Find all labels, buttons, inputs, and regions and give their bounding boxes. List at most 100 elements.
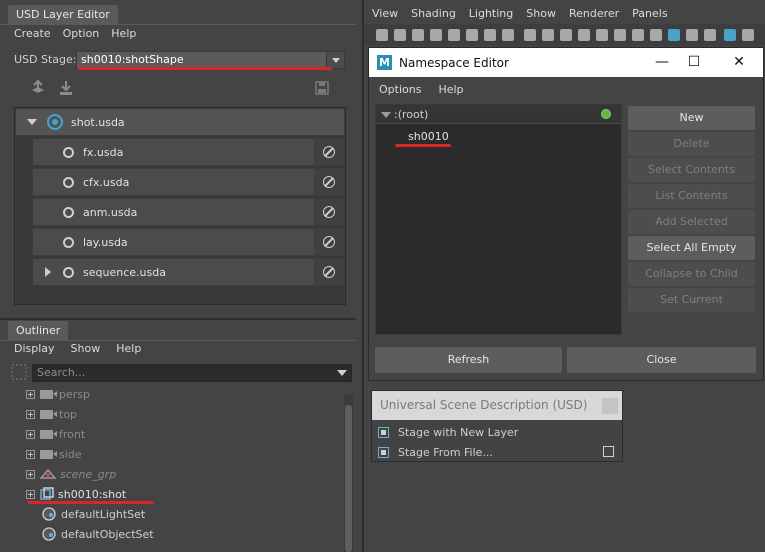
menu-panels[interactable]: Panels: [632, 7, 667, 20]
layer-row-sequence[interactable]: sequence.usda: [32, 258, 345, 286]
smooth-shade-icon[interactable]: [650, 29, 662, 41]
stage-from-file-item[interactable]: Stage From File...: [372, 442, 622, 462]
chevron-down-icon[interactable]: [326, 52, 344, 68]
camera-icon[interactable]: [376, 29, 388, 41]
expand-icon[interactable]: [26, 429, 35, 439]
add-sublayer-icon[interactable]: [30, 80, 46, 96]
grid-icon[interactable]: [502, 29, 514, 41]
menu-help[interactable]: Help: [116, 342, 141, 355]
mute-layer-button[interactable]: [314, 259, 344, 285]
menu-lighting[interactable]: Lighting: [469, 7, 513, 20]
save-icon[interactable]: [315, 81, 329, 95]
mute-layer-button[interactable]: [314, 139, 344, 165]
maximize-icon[interactable]: ☐: [684, 53, 704, 73]
select-contents-button[interactable]: Select Contents: [628, 158, 755, 182]
stage-with-new-layer-item[interactable]: Stage with New Layer: [372, 422, 622, 442]
safe-title-icon[interactable]: [614, 29, 626, 41]
mute-layer-button[interactable]: [314, 169, 344, 195]
menu-option[interactable]: Option: [63, 27, 100, 40]
outliner-item-side[interactable]: side: [26, 444, 82, 464]
gate-mask-icon[interactable]: [560, 29, 572, 41]
resolution-gate-icon[interactable]: [542, 29, 554, 41]
chevron-down-icon[interactable]: [337, 370, 347, 376]
collapse-to-child-button[interactable]: Collapse to Child: [628, 262, 755, 286]
outliner-item-default-light-set[interactable]: defaultLightSet: [42, 504, 145, 524]
expand-icon[interactable]: [26, 449, 35, 459]
menu-display[interactable]: Display: [14, 342, 55, 355]
layer-label: sequence.usda: [83, 265, 166, 279]
shadows-icon[interactable]: [742, 29, 754, 41]
refresh-button[interactable]: Refresh: [375, 347, 562, 373]
layer-row-fx[interactable]: fx.usda: [32, 138, 345, 166]
layer-label: fx.usda: [83, 145, 124, 159]
expand-arrow-icon[interactable]: [45, 267, 51, 277]
outliner-item-front[interactable]: front: [26, 424, 85, 444]
namespace-root-row[interactable]: :(root): [376, 105, 621, 124]
outliner-item-top[interactable]: top: [26, 404, 77, 424]
collapse-arrow-icon[interactable]: [381, 112, 391, 118]
layer-row-lay[interactable]: lay.usda: [32, 228, 345, 256]
pan-zoom-icon[interactable]: [448, 29, 460, 41]
expand-icon[interactable]: [26, 389, 35, 399]
wireframe-on-shaded-icon[interactable]: [686, 29, 698, 41]
camera-attributes-icon[interactable]: [394, 29, 406, 41]
layer-row-cfx[interactable]: cfx.usda: [32, 168, 345, 196]
menu-options[interactable]: Options: [379, 83, 421, 96]
bookmark-icon[interactable]: [412, 29, 424, 41]
close-icon[interactable]: ✕: [729, 53, 749, 73]
usd-stage-icon: [378, 446, 389, 458]
lighting-icon[interactable]: [724, 29, 736, 41]
outliner-search-input[interactable]: Search...: [32, 364, 352, 382]
namespace-item-sh0010[interactable]: sh0010: [408, 130, 449, 143]
grease-pencil-icon[interactable]: [466, 29, 478, 41]
shaded-cube-icon[interactable]: [668, 29, 680, 41]
select-all-empty-button[interactable]: Select All Empty: [628, 236, 755, 260]
outliner-panel: Outliner Display Show Help Search... per…: [0, 318, 356, 552]
safe-action-icon[interactable]: [596, 29, 608, 41]
menu-shading[interactable]: Shading: [411, 7, 456, 20]
outliner-item-persp[interactable]: persp: [26, 384, 90, 404]
menu-renderer[interactable]: Renderer: [569, 7, 619, 20]
mute-layer-button[interactable]: [314, 229, 344, 255]
expand-icon[interactable]: [26, 489, 35, 499]
expand-icon[interactable]: [26, 469, 35, 479]
new-namespace-button[interactable]: New: [628, 106, 755, 130]
list-contents-button[interactable]: List Contents: [628, 184, 755, 208]
load-sublayer-icon[interactable]: [58, 80, 74, 96]
menu-show[interactable]: Show: [526, 7, 556, 20]
image-plane-icon[interactable]: [430, 29, 442, 41]
outliner-item-default-object-set[interactable]: defaultObjectSet: [42, 524, 154, 544]
menu-show[interactable]: Show: [71, 342, 101, 355]
stage-selector-value: sh0010:shotShape: [81, 53, 184, 66]
option-box-checkbox[interactable]: [603, 446, 614, 457]
set-current-button[interactable]: Set Current: [628, 288, 755, 312]
field-chart-icon[interactable]: [578, 29, 590, 41]
outliner-scrollbar[interactable]: [344, 395, 353, 552]
expand-icon[interactable]: [26, 409, 35, 419]
filter-icon[interactable]: [11, 364, 27, 380]
outliner-item-scene-grp[interactable]: scene_grp: [26, 464, 116, 484]
tab-usd-layer-editor[interactable]: USD Layer Editor: [8, 5, 118, 24]
collapse-arrow-icon[interactable]: [27, 119, 37, 125]
tab-outliner[interactable]: Outliner: [8, 321, 69, 340]
mute-layer-button[interactable]: [314, 199, 344, 225]
minimize-icon[interactable]: —: [652, 53, 672, 73]
namespace-root-label: :(root): [394, 108, 429, 121]
layer-row-root[interactable]: shot.usda: [15, 108, 345, 136]
textured-icon[interactable]: [704, 29, 716, 41]
namespace-editor-titlebar[interactable]: M Namespace Editor — ☐ ✕: [369, 48, 763, 77]
wireframe-icon[interactable]: [632, 29, 644, 41]
close-icon[interactable]: [602, 398, 618, 414]
uv-icon[interactable]: [484, 29, 496, 41]
menu-view[interactable]: View: [372, 7, 398, 20]
add-selected-button[interactable]: Add Selected: [628, 210, 755, 234]
layer-label: cfx.usda: [83, 175, 130, 189]
menu-help[interactable]: Help: [111, 27, 136, 40]
layer-row-anm[interactable]: anm.usda: [32, 198, 345, 226]
close-button[interactable]: Close: [567, 347, 756, 373]
menu-help[interactable]: Help: [438, 83, 463, 96]
delete-namespace-button[interactable]: Delete: [628, 132, 755, 156]
menu-create[interactable]: Create: [14, 27, 51, 40]
film-gate-icon[interactable]: [524, 29, 536, 41]
scrollbar-thumb[interactable]: [345, 405, 352, 552]
